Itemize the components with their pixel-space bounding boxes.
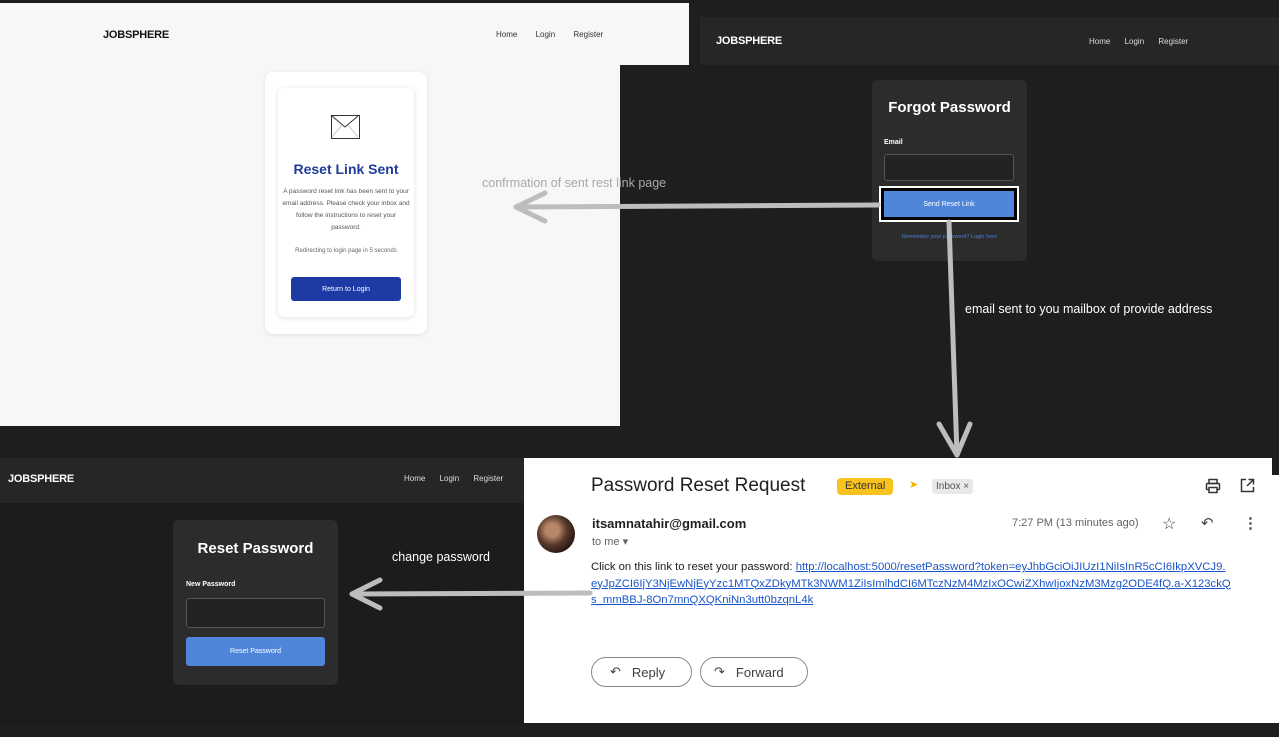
arrow-to-email	[946, 219, 960, 458]
annotation-change-password: change password	[392, 550, 490, 564]
flow-arrows	[349, 190, 973, 611]
annotation-confirmation: confrmation of sent rest link page	[482, 176, 667, 190]
arrow-to-reset	[349, 590, 593, 597]
arrow-to-confirmation	[513, 202, 881, 210]
annotation-email-sent: email sent to you mailbox of provide add…	[965, 302, 1213, 316]
